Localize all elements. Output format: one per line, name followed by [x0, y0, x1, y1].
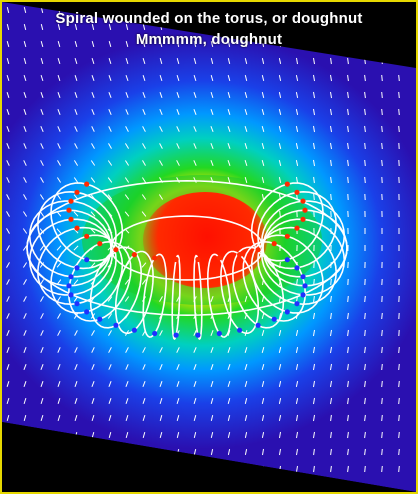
intersection-marker — [173, 332, 179, 338]
intersection-marker — [66, 283, 72, 289]
intersection-marker — [84, 309, 90, 315]
vector-arrow — [381, 329, 383, 337]
intersection-marker — [300, 292, 306, 298]
intersection-marker — [271, 241, 277, 247]
vector-arrow — [398, 57, 400, 65]
vector-arrow — [381, 74, 383, 82]
intersection-marker — [284, 181, 290, 187]
intersection-marker — [68, 216, 74, 222]
vector-arrow — [330, 278, 332, 286]
vector-arrow — [381, 159, 383, 167]
intersection-marker — [216, 330, 222, 337]
figure-frame: Spiral wounded on the torus, or doughnut… — [0, 0, 418, 494]
intersection-marker — [68, 198, 74, 204]
vector-arrow — [381, 397, 383, 405]
vector-arrow — [364, 312, 366, 320]
intersection-marker — [284, 233, 290, 239]
vector-arrow — [398, 346, 400, 354]
intersection-marker — [284, 309, 290, 315]
intersection-marker — [74, 301, 80, 307]
intersection-marker — [84, 233, 90, 239]
vector-arrow — [381, 414, 383, 422]
intersection-marker — [97, 241, 103, 247]
vector-arrow — [398, 108, 400, 116]
intersection-marker — [284, 257, 290, 263]
vector-arrow — [381, 91, 383, 99]
vector-arrow — [381, 125, 383, 133]
intersection-marker — [294, 225, 300, 231]
intersection-marker — [255, 247, 261, 253]
figure-subtitle: Mmmmm, doughnut — [135, 31, 283, 48]
intersection-marker — [68, 274, 74, 280]
vector-arrow — [398, 431, 400, 439]
vector-arrow — [279, 210, 281, 218]
intersection-marker — [294, 265, 300, 271]
vector-arrow — [364, 465, 366, 473]
intersection-marker — [113, 247, 119, 253]
intersection-marker — [302, 283, 308, 289]
intersection-marker — [294, 189, 300, 195]
intersection-marker — [300, 274, 306, 280]
vector-arrow — [330, 193, 332, 201]
vector-arrow — [398, 363, 400, 371]
vector-arrow — [398, 414, 400, 422]
vector-arrow — [398, 91, 400, 99]
vector-arrow — [398, 465, 400, 473]
intersection-marker — [68, 292, 74, 298]
vector-arrow — [381, 380, 383, 388]
intersection-marker — [195, 256, 201, 263]
vector-arrow — [381, 57, 383, 65]
vector-arrow — [398, 125, 400, 133]
vector-arrow — [364, 329, 366, 337]
vector-arrow — [347, 176, 349, 184]
intersection-marker — [74, 225, 80, 231]
intersection-marker — [131, 252, 137, 258]
vector-arrow — [381, 431, 383, 439]
vector-arrow — [381, 108, 383, 116]
vector-arrow — [364, 176, 366, 184]
intersection-marker — [74, 265, 80, 271]
vector-arrow — [381, 363, 383, 371]
intersection-marker — [84, 257, 90, 263]
field-plane — [2, 2, 416, 492]
intersection-marker — [300, 216, 306, 222]
intersection-marker — [302, 207, 308, 213]
vector-arrow — [347, 295, 349, 303]
vector-arrow — [398, 74, 400, 82]
intersection-marker — [74, 189, 80, 195]
vector-arrow — [364, 295, 366, 303]
intersection-marker — [97, 316, 103, 322]
vector-arrow — [398, 397, 400, 405]
vector-arrow — [381, 448, 383, 456]
intersection-marker — [271, 316, 277, 322]
figure-title: Spiral wounded on the torus, or doughnut — [55, 10, 363, 27]
intersection-marker — [294, 301, 300, 307]
vector-arrow — [381, 312, 383, 320]
vector-arrow — [381, 465, 383, 473]
intersection-marker — [237, 327, 243, 333]
intersection-marker — [131, 327, 137, 333]
intersection-marker — [255, 322, 261, 328]
intersection-marker — [66, 207, 72, 213]
intersection-marker — [113, 322, 119, 328]
vector-arrow — [398, 448, 400, 456]
vector-arrow — [364, 142, 366, 150]
vector-arrow — [381, 142, 383, 150]
vector-arrow — [398, 380, 400, 388]
intersection-marker — [152, 330, 158, 337]
intersection-marker — [216, 255, 222, 261]
vector-arrow — [381, 346, 383, 354]
intersection-marker — [173, 256, 179, 263]
intersection-marker — [84, 181, 90, 187]
intersection-marker — [195, 332, 201, 338]
field-visualization — [2, 2, 416, 492]
intersection-marker — [152, 255, 158, 261]
intersection-marker — [300, 198, 306, 204]
vector-arrow — [313, 193, 315, 201]
intersection-marker — [237, 252, 243, 258]
vector-arrow — [364, 159, 366, 167]
